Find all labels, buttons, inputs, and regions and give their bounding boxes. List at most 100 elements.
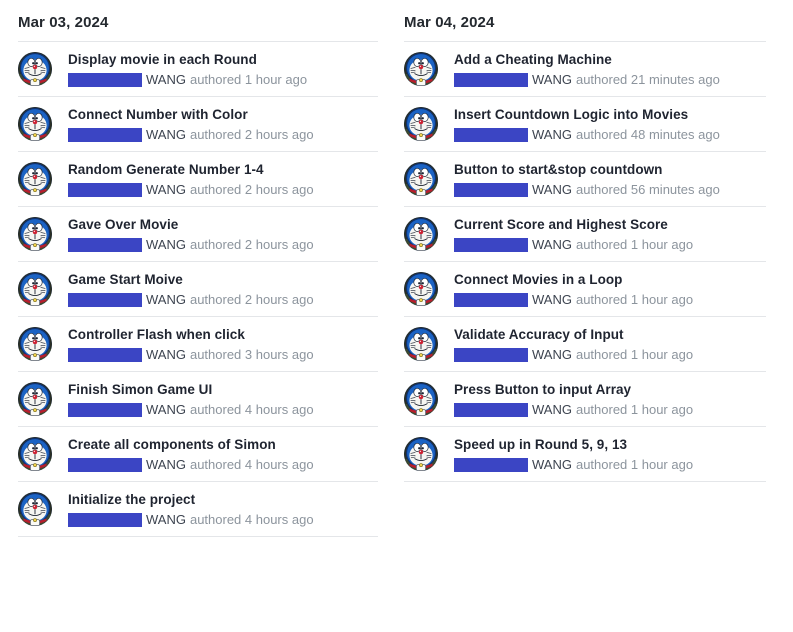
commit-list-item[interactable]: Random Generate Number 1-4 WANG authored… bbox=[18, 152, 378, 207]
commit-timestamp: authored 4 hours ago bbox=[189, 402, 314, 417]
author-name[interactable]: WANG bbox=[146, 402, 186, 418]
author-name[interactable]: WANG bbox=[532, 127, 572, 143]
commit-meta: WANG authored 1 hour ago bbox=[454, 402, 766, 418]
doraemon-avatar-icon[interactable] bbox=[18, 327, 52, 361]
doraemon-avatar-icon[interactable] bbox=[18, 382, 52, 416]
commit-timestamp: authored 1 hour ago bbox=[575, 237, 694, 252]
redacted-author-handle bbox=[68, 238, 142, 252]
commit-list-item[interactable]: Controller Flash when click WANG authore… bbox=[18, 317, 378, 372]
author-name[interactable]: WANG bbox=[532, 402, 572, 418]
commit-meta: WANG authored 1 hour ago bbox=[454, 292, 766, 308]
commit-list-item[interactable]: Game Start Moive WANG authored 2 hours a… bbox=[18, 262, 378, 317]
commit-timestamp: authored 2 hours ago bbox=[189, 127, 314, 142]
date-heading: Mar 04, 2024 bbox=[404, 14, 495, 31]
doraemon-avatar-icon[interactable] bbox=[404, 327, 438, 361]
author-name[interactable]: WANG bbox=[532, 292, 572, 308]
commit-list-item[interactable]: Initialize the project WANG authored 4 h… bbox=[18, 482, 378, 537]
commit-body: Insert Countdown Logic into Movies WANG … bbox=[454, 106, 766, 143]
commit-title[interactable]: Current Score and Highest Score bbox=[454, 216, 766, 233]
commit-timestamp: authored 2 hours ago bbox=[189, 237, 314, 252]
commit-title[interactable]: Press Button to input Array bbox=[454, 381, 766, 398]
commit-title[interactable]: Initialize the project bbox=[68, 491, 378, 508]
commit-timestamp: authored 4 hours ago bbox=[189, 512, 314, 527]
commit-title[interactable]: Finish Simon Game UI bbox=[68, 381, 378, 398]
doraemon-avatar-icon[interactable] bbox=[404, 382, 438, 416]
commit-title[interactable]: Button to start&stop countdown bbox=[454, 161, 766, 178]
commit-body: Connect Movies in a Loop WANG authored 1… bbox=[454, 271, 766, 308]
commit-meta: WANG authored 3 hours ago bbox=[68, 347, 378, 363]
commit-title[interactable]: Validate Accuracy of Input bbox=[454, 326, 766, 343]
author-name[interactable]: WANG bbox=[532, 72, 572, 88]
redacted-author-handle bbox=[68, 458, 142, 472]
doraemon-avatar-icon[interactable] bbox=[18, 162, 52, 196]
doraemon-avatar-icon[interactable] bbox=[404, 272, 438, 306]
redacted-author-handle bbox=[454, 403, 528, 417]
commit-timestamp: authored 56 minutes ago bbox=[575, 182, 720, 197]
commit-list-item[interactable]: Finish Simon Game UI WANG authored 4 hou… bbox=[18, 372, 378, 427]
redacted-author-handle bbox=[454, 293, 528, 307]
commit-list-item[interactable]: Create all components of Simon WANG auth… bbox=[18, 427, 378, 482]
commit-title[interactable]: Speed up in Round 5, 9, 13 bbox=[454, 436, 766, 453]
redacted-author-handle bbox=[68, 293, 142, 307]
doraemon-avatar-icon[interactable] bbox=[18, 52, 52, 86]
commit-list-item[interactable]: Display movie in each Round WANG authore… bbox=[18, 42, 378, 97]
author-name[interactable]: WANG bbox=[532, 347, 572, 363]
commit-title[interactable]: Gave Over Movie bbox=[68, 216, 378, 233]
commit-title[interactable]: Connect Movies in a Loop bbox=[454, 271, 766, 288]
commit-list-item[interactable]: Connect Number with Color WANG authored … bbox=[18, 97, 378, 152]
commit-body: Add a Cheating Machine WANG authored 21 … bbox=[454, 51, 766, 88]
commit-meta: WANG authored 1 hour ago bbox=[454, 347, 766, 363]
doraemon-avatar-icon[interactable] bbox=[18, 107, 52, 141]
commit-title[interactable]: Connect Number with Color bbox=[68, 106, 378, 123]
author-name[interactable]: WANG bbox=[146, 457, 186, 473]
commit-meta: WANG authored 2 hours ago bbox=[68, 127, 378, 143]
commit-body: Random Generate Number 1-4 WANG authored… bbox=[68, 161, 378, 198]
commit-title[interactable]: Insert Countdown Logic into Movies bbox=[454, 106, 766, 123]
commit-list-item[interactable]: Speed up in Round 5, 9, 13 WANG authored… bbox=[404, 427, 766, 482]
commit-title[interactable]: Display movie in each Round bbox=[68, 51, 378, 68]
commit-list-item[interactable]: Press Button to input Array WANG authore… bbox=[404, 372, 766, 427]
commit-title[interactable]: Create all components of Simon bbox=[68, 436, 378, 453]
doraemon-avatar-icon[interactable] bbox=[18, 272, 52, 306]
commit-meta: WANG authored 2 hours ago bbox=[68, 292, 378, 308]
commit-list-item[interactable]: Current Score and Highest Score WANG aut… bbox=[404, 207, 766, 262]
commit-body: Gave Over Movie WANG authored 2 hours ag… bbox=[68, 216, 378, 253]
doraemon-avatar-icon[interactable] bbox=[404, 437, 438, 471]
doraemon-avatar-icon[interactable] bbox=[18, 437, 52, 471]
doraemon-avatar-icon[interactable] bbox=[404, 162, 438, 196]
author-name[interactable]: WANG bbox=[146, 347, 186, 363]
author-name[interactable]: WANG bbox=[146, 72, 186, 88]
commit-history-board: Mar 03, 2024 Display movie in each Round… bbox=[0, 0, 793, 632]
commit-list-item[interactable]: Connect Movies in a Loop WANG authored 1… bbox=[404, 262, 766, 317]
doraemon-avatar-icon[interactable] bbox=[18, 217, 52, 251]
author-name[interactable]: WANG bbox=[146, 512, 186, 528]
author-name[interactable]: WANG bbox=[146, 237, 186, 253]
commit-title[interactable]: Controller Flash when click bbox=[68, 326, 378, 343]
author-name[interactable]: WANG bbox=[146, 182, 186, 198]
doraemon-avatar-icon[interactable] bbox=[18, 492, 52, 526]
commit-list-item[interactable]: Gave Over Movie WANG authored 2 hours ag… bbox=[18, 207, 378, 262]
doraemon-avatar-icon[interactable] bbox=[404, 217, 438, 251]
commit-body: Speed up in Round 5, 9, 13 WANG authored… bbox=[454, 436, 766, 473]
doraemon-avatar-icon[interactable] bbox=[404, 107, 438, 141]
commit-list-item[interactable]: Insert Countdown Logic into Movies WANG … bbox=[404, 97, 766, 152]
redacted-author-handle bbox=[454, 238, 528, 252]
commit-list-item[interactable]: Add a Cheating Machine WANG authored 21 … bbox=[404, 42, 766, 97]
author-name[interactable]: WANG bbox=[146, 127, 186, 143]
commit-body: Game Start Moive WANG authored 2 hours a… bbox=[68, 271, 378, 308]
commit-title[interactable]: Add a Cheating Machine bbox=[454, 51, 766, 68]
redacted-author-handle bbox=[68, 403, 142, 417]
commit-list-item[interactable]: Button to start&stop countdown WANG auth… bbox=[404, 152, 766, 207]
author-name[interactable]: WANG bbox=[532, 182, 572, 198]
doraemon-avatar-icon[interactable] bbox=[404, 52, 438, 86]
commit-list-item[interactable]: Validate Accuracy of Input WANG authored… bbox=[404, 317, 766, 372]
commit-body: Connect Number with Color WANG authored … bbox=[68, 106, 378, 143]
author-name[interactable]: WANG bbox=[532, 237, 572, 253]
commit-title[interactable]: Random Generate Number 1-4 bbox=[68, 161, 378, 178]
author-name[interactable]: WANG bbox=[532, 457, 572, 473]
author-name[interactable]: WANG bbox=[146, 292, 186, 308]
commit-timestamp: authored 1 hour ago bbox=[575, 457, 694, 472]
commit-title[interactable]: Game Start Moive bbox=[68, 271, 378, 288]
redacted-author-handle bbox=[68, 183, 142, 197]
commit-timestamp: authored 1 hour ago bbox=[575, 292, 694, 307]
